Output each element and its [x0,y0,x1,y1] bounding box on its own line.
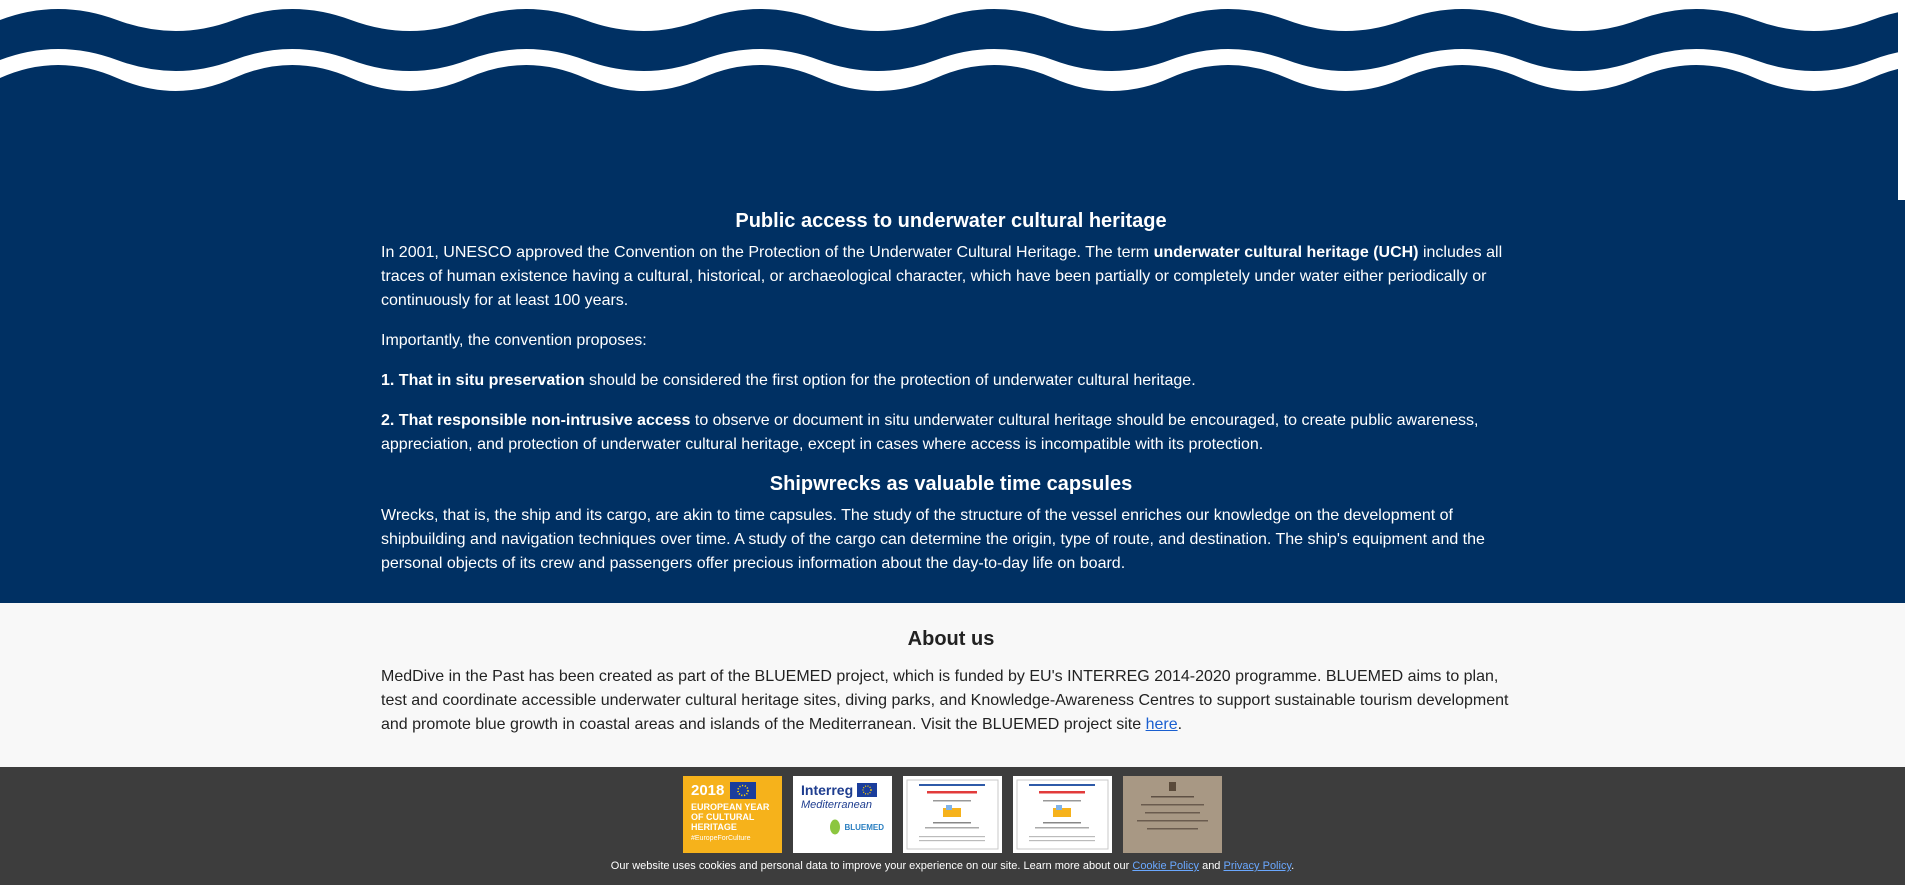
heritage-section: Public access to underwater cultural her… [0,200,1905,603]
bluemed-link[interactable]: here [1146,716,1178,733]
eych-line2: OF CULTURAL [691,812,755,822]
eu-flag-icon [857,783,878,797]
logo-strip: 2018 EUROPEAN YEAR OF CULTURAL HERITAGE … [683,776,1222,853]
heritage-title: Public access to underwater cultural her… [735,210,1167,232]
interreg-header: Interreg [801,782,884,798]
about-section: About us MedDive in the Past has been cr… [0,603,1905,767]
eych-line1: EUROPEAN YEAR [691,802,770,812]
point-2: 2. That responsible non-intrusive access… [381,409,1521,457]
about-title: About us [907,628,995,650]
eych-header: 2018 [691,782,774,799]
bluemed-mark: BLUEMED [801,819,884,835]
about-paragraph: MedDive in the Past has been created as … [381,665,1521,737]
cookie-text: Our website uses cookies and personal da… [610,860,1133,872]
leaf-icon [830,819,841,835]
plaque-image[interactable] [1123,776,1222,853]
eu-flag-icon [730,782,757,799]
bluemed-label: BLUEMED [844,822,884,832]
point-1-title: 1. That in situ preservation [381,372,585,389]
certificate-image [906,779,999,850]
shipwrecks-title: Shipwrecks as valuable time capsules [769,473,1133,495]
certificate-image [1016,779,1109,850]
footer: 2018 EUROPEAN YEAR OF CULTURAL HERITAGE … [0,767,1905,885]
cookie-notice: Our website uses cookies and personal da… [0,860,1905,872]
uch-term: underwater cultural heritage (UCH) [1153,244,1419,261]
privacy-policy-link[interactable]: Privacy Policy [1223,860,1291,872]
certificate-3rd-best-performance[interactable] [903,776,1002,853]
about-end: . [1177,716,1183,733]
convention-intro: Importantly, the convention proposes: [381,332,647,349]
eych-line3: HERITAGE [691,822,737,832]
cookie-and: and [1199,860,1224,872]
interreg-logo[interactable]: Interreg Mediterranean BLUEMED [793,776,892,853]
heritage-content: Public access to underwater cultural her… [381,210,1521,576]
point-1-text: should be considered the first option fo… [584,372,1196,389]
wave-header [0,0,1905,200]
unesco-paragraph: In 2001, UNESCO approved the Convention … [381,241,1521,313]
point-2-title: 2. That responsible non-intrusive access [381,412,691,429]
certificate-social-media-award[interactable] [1013,776,1112,853]
about-content: About us MedDive in the Past has been cr… [381,628,1521,737]
eych-year: 2018 [691,782,725,799]
eych-tag: #EuropeForCulture [691,835,751,842]
cookie-policy-link[interactable]: Cookie Policy [1132,860,1199,872]
shipwrecks-paragraph: Wrecks, that is, the ship and its cargo,… [381,507,1485,572]
point-1: 1. That in situ preservation should be c… [381,369,1521,393]
eych-logo[interactable]: 2018 EUROPEAN YEAR OF CULTURAL HERITAGE … [683,776,782,853]
plaque-drawing [1123,776,1222,853]
cookie-end: . [1291,860,1295,872]
about-text: MedDive in the Past has been created as … [381,668,1509,733]
p1-text: In 2001, UNESCO approved the Convention … [381,244,1154,261]
interreg-name: Interreg [801,782,854,798]
interreg-region: Mediterranean [801,799,872,811]
